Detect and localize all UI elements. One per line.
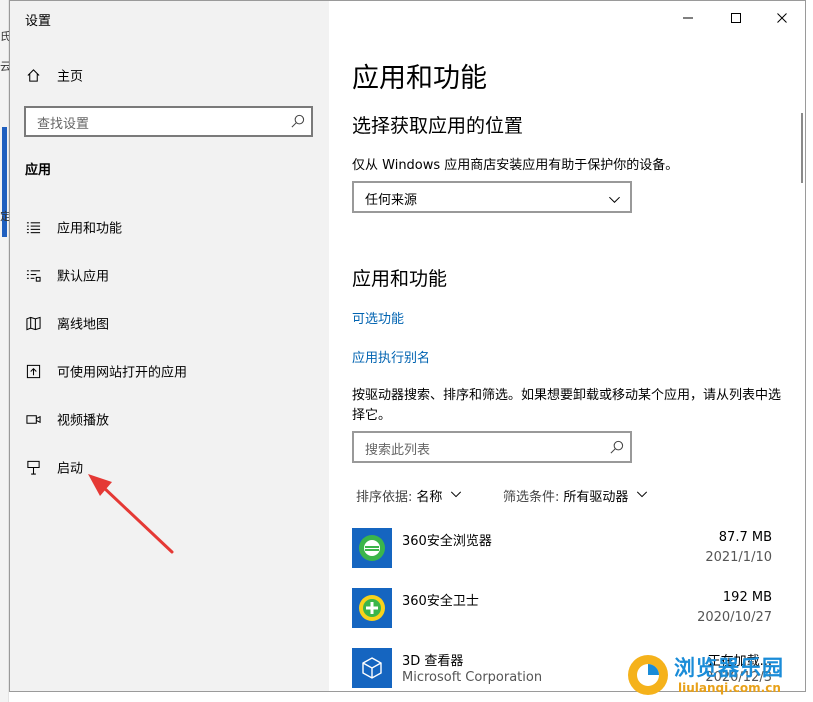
chevron-down-icon — [628, 488, 648, 504]
sidebar-item-video-playback[interactable]: 视频播放 — [10, 399, 329, 439]
background-window-edge: 氏 云 定 — [0, 0, 9, 702]
scrollbar-thumb[interactable] — [801, 113, 803, 183]
apps-section-heading: 应用和功能 — [352, 268, 448, 290]
app-list-item[interactable]: 360安全卫士 192 MB 2020/10/27 — [352, 588, 782, 638]
app-publisher: Microsoft Corporation — [402, 670, 543, 685]
list-icon — [25, 219, 41, 235]
sidebar-item-label: 默认应用 — [57, 269, 110, 285]
app-name: 3D 查看器 — [402, 654, 464, 669]
apps-description: 按驱动器搜索、排序和筛选。如果想要卸载或移动某个应用，请从列表中选择它。 — [352, 388, 782, 423]
background-fragment: 定 — [0, 210, 9, 223]
app-size: 192 MB — [722, 590, 772, 605]
search-icon — [609, 440, 624, 455]
filter-label: 筛选条件: — [503, 490, 560, 505]
app-source-dropdown[interactable]: 任何来源 — [352, 181, 632, 213]
app-name: 360安全浏览器 — [402, 534, 492, 549]
main-content: 应用和功能 选择获取应用的位置 仅从 Windows 应用商店安装应用有助于保护… — [329, 1, 805, 691]
dropdown-value: 任何来源 — [365, 193, 418, 208]
watermark-title: 浏览器乐园 — [674, 655, 784, 680]
watermark-logo-icon — [628, 655, 668, 695]
app-size: 87.7 MB — [718, 530, 772, 545]
sidebar-item-label: 应用和功能 — [57, 221, 123, 237]
sidebar-item-default-apps[interactable]: 默认应用 — [10, 255, 329, 295]
watermark-url: liulanqi.com.cn — [678, 681, 781, 695]
default-apps-icon — [25, 267, 41, 283]
video-icon — [25, 411, 41, 427]
settings-search-input[interactable]: 查找设置 — [24, 106, 313, 137]
chevron-down-icon — [608, 191, 621, 210]
page-title: 应用和功能 — [352, 63, 487, 94]
optional-features-link[interactable]: 可选功能 — [352, 308, 404, 327]
window-title: 设置 — [25, 14, 52, 29]
map-icon — [25, 315, 41, 331]
watermark: 浏览器乐园 liulanqi.com.cn — [626, 650, 806, 700]
search-placeholder: 查找设置 — [37, 117, 90, 132]
home-icon — [25, 67, 41, 83]
app-date: 2021/1/10 — [705, 550, 772, 565]
filter-by-dropdown[interactable]: 筛选条件: 所有驱动器 — [503, 486, 648, 505]
sidebar: 设置 主页 查找设置 应用 应用和功能 默认应用 离线地图 可使用网站打开的应用… — [10, 1, 329, 691]
sort-label: 排序依据: — [356, 490, 413, 505]
search-placeholder: 搜索此列表 — [365, 443, 431, 458]
background-fragment: 氏 — [0, 30, 9, 43]
sort-by-dropdown[interactable]: 排序依据: 名称 — [356, 486, 462, 505]
sidebar-item-label: 启动 — [57, 461, 84, 477]
sidebar-item-label: 可使用网站打开的应用 — [57, 365, 188, 381]
filter-value: 所有驱动器 — [563, 490, 629, 505]
startup-icon — [25, 459, 41, 475]
sidebar-item-label: 离线地图 — [57, 317, 110, 333]
browser-360-icon — [352, 528, 392, 568]
3d-viewer-icon — [352, 648, 392, 688]
app-date: 2020/10/27 — [697, 610, 772, 625]
sidebar-item-home[interactable]: 主页 — [10, 55, 329, 95]
security-guard-360-icon — [352, 588, 392, 628]
sidebar-item-apps-features[interactable]: 应用和功能 — [10, 207, 329, 247]
sidebar-section-title: 应用 — [25, 163, 52, 178]
app-name: 360安全卫士 — [402, 594, 479, 609]
sidebar-item-startup[interactable]: 启动 — [10, 447, 329, 487]
sidebar-item-offline-maps[interactable]: 离线地图 — [10, 303, 329, 343]
search-icon — [290, 114, 305, 129]
install-description: 仅从 Windows 应用商店安装应用有助于保护你的设备。 — [352, 158, 679, 173]
settings-window: 设置 主页 查找设置 应用 应用和功能 默认应用 离线地图 可使用网站打开的应用… — [9, 0, 806, 692]
minimize-button[interactable] — [665, 5, 711, 31]
app-execution-alias-link[interactable]: 应用执行别名 — [352, 347, 430, 366]
close-button[interactable] — [759, 5, 805, 31]
sidebar-item-label: 主页 — [57, 69, 84, 85]
install-section-heading: 选择获取应用的位置 — [352, 115, 524, 137]
background-fragment: 云 — [0, 60, 9, 73]
sort-value: 名称 — [416, 490, 443, 505]
sidebar-item-apps-for-websites[interactable]: 可使用网站打开的应用 — [10, 351, 329, 391]
chevron-down-icon — [442, 488, 462, 504]
app-list-search-input[interactable]: 搜索此列表 — [352, 431, 632, 463]
sidebar-item-label: 视频播放 — [57, 413, 110, 429]
app-list-item[interactable]: 360安全浏览器 87.7 MB 2021/1/10 — [352, 528, 782, 578]
maximize-button[interactable] — [713, 5, 759, 31]
web-open-icon — [25, 363, 41, 379]
